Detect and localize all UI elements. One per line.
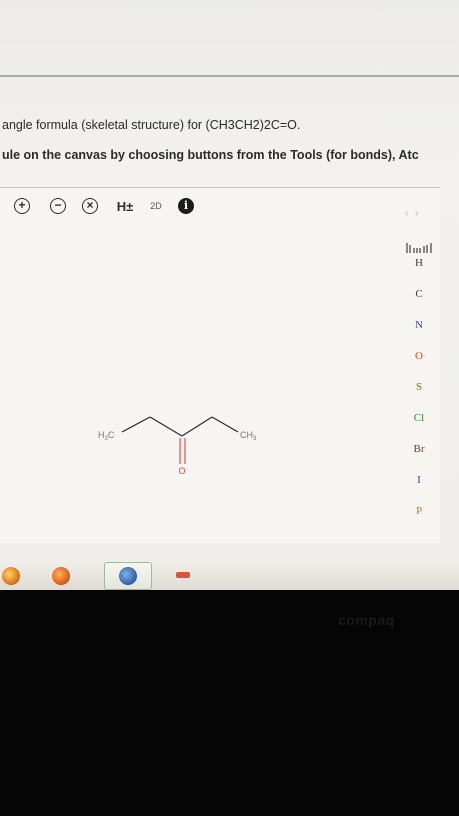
element-button-cl[interactable]: Cl <box>398 412 440 424</box>
bond-line[interactable] <box>149 416 183 437</box>
zoom-in-icon: + <box>14 198 30 214</box>
drawing-canvas[interactable]: H3C CH3 O <box>0 224 398 544</box>
zoom-in-button[interactable]: + <box>14 197 30 215</box>
element-button-n[interactable]: N <box>398 319 440 331</box>
flag-app-icon[interactable] <box>176 572 190 578</box>
element-button-p[interactable]: P <box>398 505 440 517</box>
info-icon: i <box>178 198 194 214</box>
clear-icon: × <box>82 198 98 214</box>
molecule-drawing: H3C CH3 O <box>98 416 257 476</box>
element-button-i[interactable]: I <box>398 474 440 486</box>
instruction-text: ule on the canvas by choosing buttons fr… <box>2 148 419 162</box>
active-app-button[interactable] <box>104 562 152 590</box>
windows-orb-icon[interactable] <box>2 567 20 585</box>
info-button[interactable]: i <box>178 197 194 215</box>
clear-button[interactable]: × <box>82 197 98 215</box>
element-button-s[interactable]: S <box>398 381 440 393</box>
question-text: angle formula (skeletal structure) for (… <box>2 118 301 132</box>
methyl-right-label[interactable]: CH3 <box>240 430 257 442</box>
monitor-brand-logo: compaq <box>338 612 395 628</box>
active-app-icon <box>119 567 137 585</box>
clean-2d-icon: 2D <box>150 201 162 211</box>
element-button-br[interactable]: Br <box>398 443 440 455</box>
editor-toolbar: + − × H± 2D i ‹ › <box>0 188 440 224</box>
element-button-o[interactable]: O <box>398 350 440 362</box>
bond-line[interactable] <box>211 416 239 433</box>
browser-screen: angle formula (skeletal structure) for (… <box>0 0 459 560</box>
taskbar <box>0 560 459 590</box>
periodic-table-icon[interactable] <box>406 243 432 253</box>
zoom-out-button[interactable]: − <box>50 197 66 215</box>
clean-2d-button[interactable]: 2D <box>146 197 166 215</box>
bond-line[interactable] <box>181 416 213 437</box>
element-button-c[interactable]: C <box>398 288 440 300</box>
zoom-out-icon: − <box>50 198 66 214</box>
oxygen-atom-label[interactable]: O <box>179 466 186 476</box>
element-button-h[interactable]: H <box>398 257 440 269</box>
hydrogens-button[interactable]: H± <box>114 197 136 215</box>
bond-line[interactable] <box>121 416 151 433</box>
nav-arrows-icon[interactable]: ‹ › <box>405 208 420 219</box>
methyl-left-label[interactable]: H3C <box>98 430 115 442</box>
molecule-editor: + − × H± 2D i ‹ › H3C CH3 O H C N O S Cl… <box>0 187 440 543</box>
media-player-icon[interactable] <box>52 567 70 585</box>
divider <box>0 75 459 77</box>
